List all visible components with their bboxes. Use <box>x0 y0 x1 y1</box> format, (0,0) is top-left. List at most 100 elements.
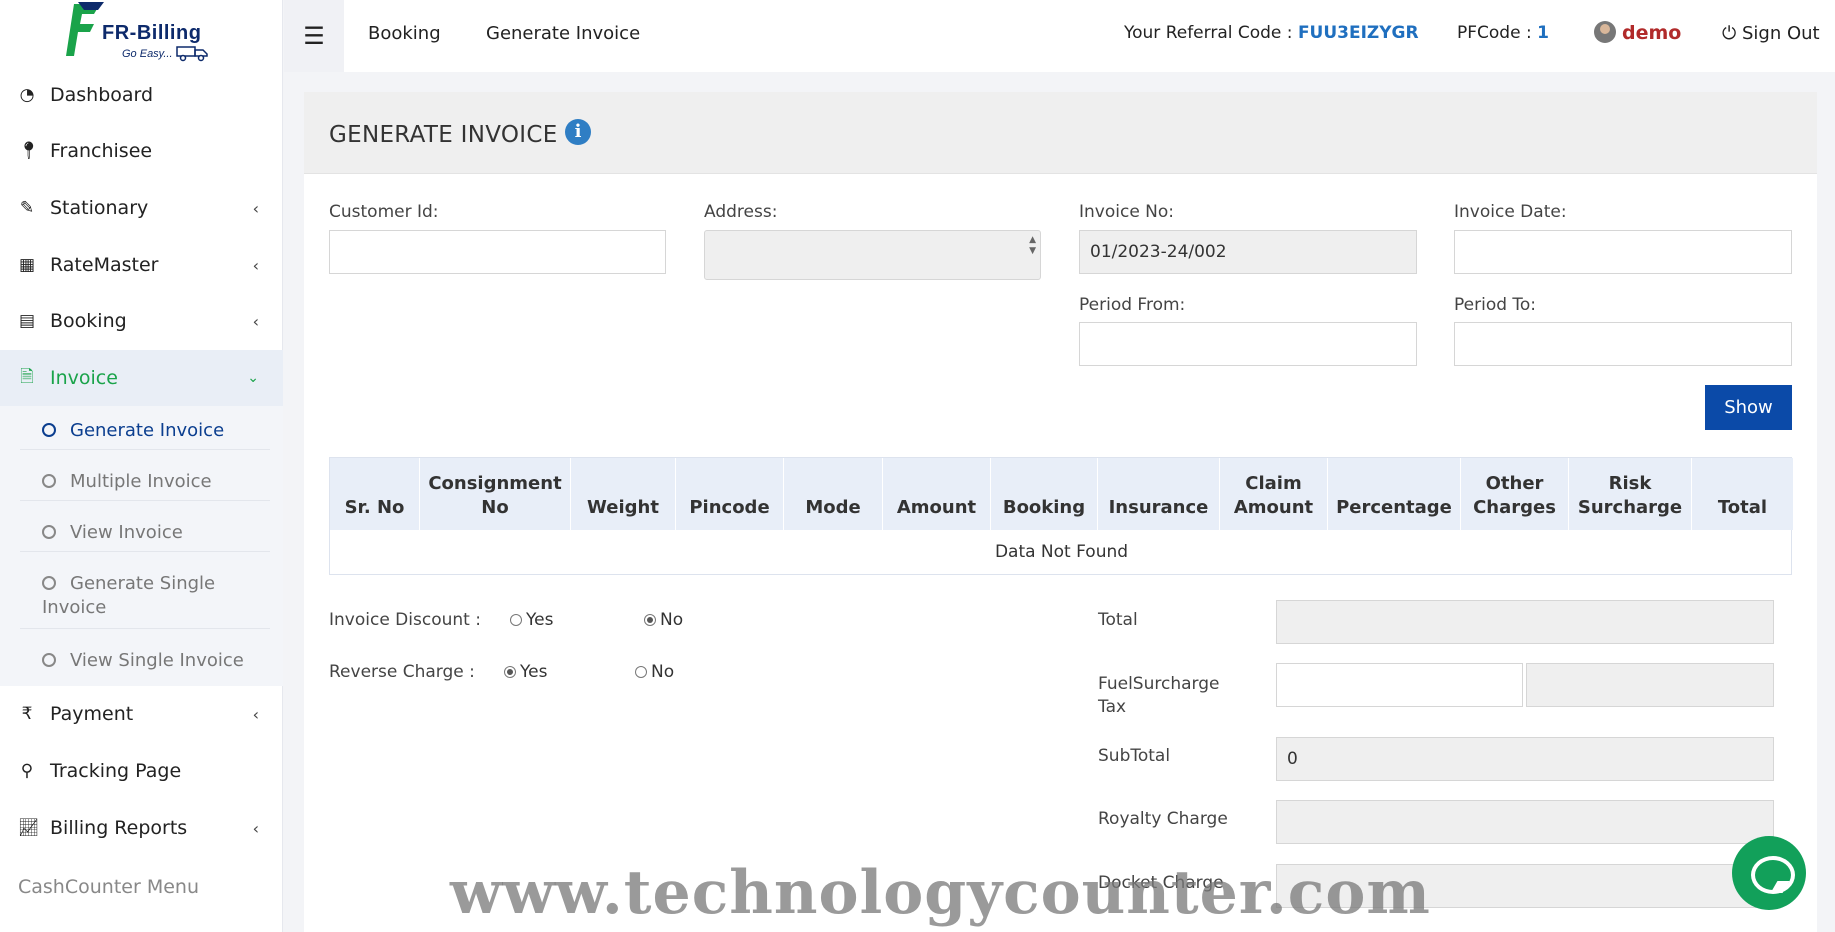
submenu-item-view-single-invoice[interactable]: View Single Invoice <box>20 650 270 679</box>
fuel-surcharge-input[interactable] <box>1276 663 1523 707</box>
sidebar-item-dashboard[interactable]: ◔ Dashboard <box>0 67 283 123</box>
circle-icon <box>42 576 56 590</box>
submenu-item-generate-invoice[interactable]: Generate Invoice <box>20 420 270 450</box>
page-title: GENERATE INVOICE <box>329 122 558 148</box>
invoice-table: Sr. No Consignment No Weight Pincode Mod… <box>329 457 1793 575</box>
chevron-down-icon: ⌄ <box>247 370 259 386</box>
radio-checked-icon <box>504 666 516 678</box>
chevron-left-icon: ‹ <box>252 311 259 331</box>
pfcode-label: PFCode : <box>1457 23 1532 43</box>
address-textarea[interactable]: ▲ ▼ <box>704 230 1041 280</box>
sidebar-item-label: Dashboard <box>50 84 154 106</box>
column-header-weight: Weight <box>571 458 676 530</box>
sidebar-item-booking[interactable]: ▤ Booking ‹ <box>0 293 283 349</box>
id-card-icon: ▤ <box>18 311 36 331</box>
radio-unchecked-icon <box>635 666 647 678</box>
invoice-no-input[interactable] <box>1079 230 1417 274</box>
sidebar-item-payment[interactable]: ₹ Payment ‹ <box>0 686 283 742</box>
period-from-label: Period From: <box>1079 295 1186 315</box>
submenu-item-view-invoice[interactable]: View Invoice <box>20 522 270 552</box>
period-to-input[interactable] <box>1454 322 1792 366</box>
column-header-sr-no: Sr. No <box>330 458 420 530</box>
sign-out-label: Sign Out <box>1741 23 1820 44</box>
sidebar-item-invoice[interactable]: 🗎︎ Invoice ⌄ <box>0 350 283 406</box>
sidebar-item-ratemaster[interactable]: ▦ RateMaster ‹ <box>0 237 283 293</box>
sidebar-item-stationary[interactable]: ✎ Stationary ‹ <box>0 180 283 236</box>
total-label: Total <box>1098 610 1138 630</box>
customer-id-label: Customer Id: <box>329 202 439 222</box>
period-from-input[interactable] <box>1079 322 1417 366</box>
sidebar-item-tracking-page[interactable]: ⚲ Tracking Page <box>0 743 283 799</box>
table-empty-message: Data Not Found <box>994 542 1129 562</box>
column-header-percentage: Percentage <box>1328 458 1461 530</box>
column-header-pincode: Pincode <box>676 458 784 530</box>
submenu-item-label: View Single Invoice <box>70 650 244 671</box>
submenu-item-multiple-invoice[interactable]: Multiple Invoice <box>20 471 270 501</box>
royalty-charge-input[interactable] <box>1276 800 1774 844</box>
radio-label: No <box>660 610 684 630</box>
map-pin-icon: 📍︎ <box>18 141 40 161</box>
chat-bubble-icon[interactable] <box>1732 836 1806 910</box>
column-header-insurance: Insurance <box>1098 458 1220 530</box>
dashboard-icon: ◔ <box>19 85 35 105</box>
invoice-discount-yes-radio[interactable]: Yes <box>510 610 553 630</box>
sidebar-item-label: Payment <box>50 703 134 725</box>
sidebar-item-label: Billing Reports <box>50 817 188 839</box>
sidebar-item-label: Franchisee <box>50 140 153 162</box>
reverse-charge-no-radio[interactable]: No <box>635 662 674 682</box>
nav-link-booking[interactable]: Booking <box>368 23 441 44</box>
fuel-surcharge-tax-input[interactable] <box>1526 663 1774 707</box>
address-label: Address: <box>704 202 778 222</box>
calculator-icon: ▦ <box>18 255 36 275</box>
column-header-other-charges: Other Charges <box>1461 458 1569 530</box>
sidebar-item-label: Stationary <box>50 197 149 219</box>
radio-label: No <box>651 662 675 682</box>
referral-code: Your Referral Code : FUU3EIZYGR <box>1124 23 1419 43</box>
user-menu[interactable]: demo <box>1594 21 1681 44</box>
sign-out-button[interactable]: ⏻ Sign Out <box>1722 23 1820 44</box>
invoice-discount-no-radio[interactable]: No <box>644 610 683 630</box>
column-header-mode: Mode <box>784 458 883 530</box>
submenu-item-generate-single-invoice[interactable]: Generate Single Invoice <box>20 572 270 629</box>
avatar <box>1594 21 1616 43</box>
brand-tagline: Go Easy... <box>122 48 173 60</box>
column-header-risk-surcharge: Risk Surcharge <box>1569 458 1692 530</box>
sidebar-item-billing-reports[interactable]: 📈︎ Billing Reports ‹ <box>0 800 283 856</box>
total-input[interactable] <box>1276 600 1774 644</box>
referral-code-value: FUU3EIZYGR <box>1297 23 1419 43</box>
hamburger-menu-icon[interactable]: ☰ <box>284 0 344 72</box>
rupee-icon: ₹ <box>21 704 33 724</box>
customer-id-input[interactable] <box>329 230 666 274</box>
watermark: www.technologycounter.com <box>450 858 1431 928</box>
chevron-left-icon: ‹ <box>252 704 259 724</box>
reverse-charge-yes-radio[interactable]: Yes <box>504 662 547 682</box>
sidebar-section-cash-counter: CashCounter Menu <box>18 876 199 898</box>
invoice-date-input[interactable] <box>1454 230 1792 274</box>
sidebar-item-label: Tracking Page <box>50 760 182 782</box>
file-pdf-icon: 🗎︎ <box>20 366 34 387</box>
info-icon[interactable]: i <box>565 119 591 145</box>
user-name: demo <box>1622 22 1682 44</box>
logo-mark-icon <box>66 2 104 56</box>
sidebar-item-label: RateMaster <box>50 254 159 276</box>
submenu-item-label: Multiple Invoice <box>70 471 212 492</box>
referral-label: Your Referral Code : <box>1124 23 1293 43</box>
brand-logo[interactable]: FR-Billing Go Easy... <box>62 0 222 70</box>
pfcode: PFCode : 1 <box>1457 23 1549 43</box>
subtotal-input[interactable] <box>1276 737 1774 781</box>
show-button[interactable]: Show <box>1705 385 1792 430</box>
invoice-date-label: Invoice Date: <box>1454 202 1567 222</box>
submenu-item-label: View Invoice <box>70 522 183 543</box>
invoice-no-label: Invoice No: <box>1079 202 1175 222</box>
truck-icon <box>176 46 208 62</box>
sidebar-item-label: Invoice <box>50 367 118 389</box>
nav-link-generate-invoice[interactable]: Generate Invoice <box>486 23 640 44</box>
edit-icon: ✎ <box>19 198 35 218</box>
column-header-claim-amount: Claim Amount <box>1220 458 1328 530</box>
sidebar-item-label: Booking <box>50 310 127 332</box>
submenu-item-label: Generate Invoice <box>70 420 225 441</box>
sidebar-item-franchisee[interactable]: 📍︎ Franchisee <box>0 123 283 179</box>
radio-label: Yes <box>520 662 548 682</box>
radio-unchecked-icon <box>510 614 522 626</box>
invoice-submenu: Generate Invoice Multiple Invoice View I… <box>0 406 283 686</box>
